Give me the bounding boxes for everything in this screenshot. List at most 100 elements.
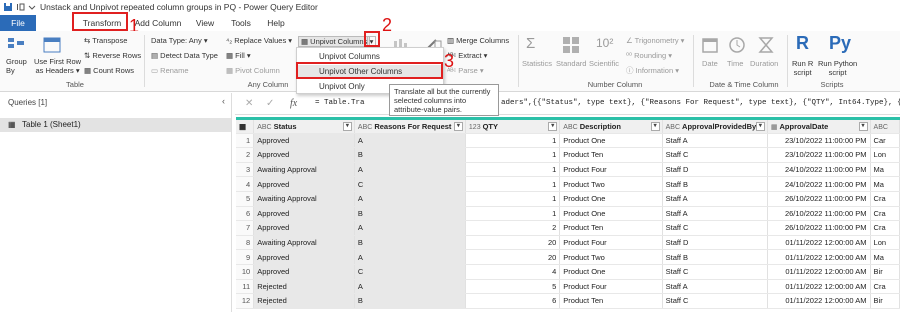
use-first-row-button[interactable]: Use First Row as Headers ▾ (34, 57, 81, 75)
table-cell[interactable]: 26/10/2022 11:00:00 PM (767, 191, 871, 207)
table-cell[interactable]: Approved (253, 176, 355, 192)
column-header[interactable]: ABC (870, 117, 900, 134)
row-number[interactable]: 11 (236, 279, 255, 295)
row-number[interactable]: 8 (236, 235, 255, 251)
table-cell[interactable]: B (354, 235, 466, 251)
table-cell[interactable]: 20 (465, 235, 561, 251)
table-cell[interactable]: 26/10/2022 11:00:00 PM (767, 220, 871, 236)
row-number[interactable]: 12 (236, 293, 255, 309)
column-header[interactable]: ABC Status ▾ (253, 117, 355, 134)
table-cell[interactable]: Product Ten (559, 220, 663, 236)
filter-dropdown-icon[interactable]: ▾ (548, 122, 558, 131)
time-button[interactable]: Time (727, 59, 743, 68)
table-cell[interactable]: Staff C (662, 220, 768, 236)
table-cell[interactable]: Ma (870, 176, 900, 192)
table-cell[interactable]: Approved (253, 220, 355, 236)
transpose-button[interactable]: ⇆ Transpose (84, 36, 127, 45)
table-cell[interactable]: Rejected (253, 293, 355, 309)
table-row[interactable]: 8 Awaiting Approval B 20 Product Four Staff D… (236, 235, 900, 251)
filter-dropdown-icon[interactable]: ▾ (453, 122, 463, 131)
tab-tools[interactable]: Tools (226, 16, 256, 30)
run-r-script-button[interactable]: Run Rscript (792, 59, 813, 77)
table-cell[interactable]: Staff D (662, 235, 768, 251)
table-cell[interactable]: Awaiting Approval (253, 162, 355, 178)
select-all-corner[interactable]: ▦ (236, 117, 255, 134)
type-icon[interactable]: ▦ (771, 124, 778, 131)
table-cell[interactable]: 20 (465, 249, 561, 265)
replace-values-button[interactable]: ⁴₂ Replace Values ▾ (226, 36, 292, 45)
filter-dropdown-icon[interactable]: ▾ (342, 122, 352, 131)
table-cell[interactable]: 01/11/2022 12:00:00 AM (767, 279, 871, 295)
table-cell[interactable]: Staff D (662, 162, 768, 178)
table-cell[interactable]: 01/11/2022 12:00:00 AM (767, 235, 871, 251)
table-cell[interactable]: Cra (870, 191, 900, 207)
type-icon[interactable]: ABC (563, 124, 577, 131)
formula-text[interactable]: = Table.Tra (315, 99, 365, 107)
table-cell[interactable]: Staff A (662, 191, 768, 207)
table-cell[interactable]: Staff A (662, 133, 768, 149)
table-cell[interactable]: Approved (253, 249, 355, 265)
row-number[interactable]: 10 (236, 264, 255, 280)
table-cell[interactable]: Car (870, 133, 900, 149)
row-number[interactable]: 4 (236, 176, 255, 192)
table-cell[interactable]: 1 (465, 147, 561, 163)
count-rows-button[interactable]: ▦ Count Rows (84, 66, 134, 75)
table-cell[interactable]: Bir (870, 264, 900, 280)
unpivot-columns-button[interactable]: ▦ Unpivot Columns (298, 36, 371, 47)
table-cell[interactable]: Product One (559, 191, 663, 207)
table-cell[interactable]: 1 (465, 133, 561, 149)
table-cell[interactable]: Product Four (559, 279, 663, 295)
table-cell[interactable]: Staff A (662, 279, 768, 295)
table-row[interactable]: 7 Approved A 2 Product Ten Staff C 26/10/2022 … (236, 220, 900, 236)
filter-dropdown-icon[interactable]: ▾ (650, 122, 660, 131)
duration-button[interactable]: Duration (750, 59, 778, 68)
table-row[interactable]: 5 Awaiting Approval A 1 Product One Staff A 26… (236, 191, 900, 207)
row-number[interactable]: 3 (236, 162, 255, 178)
table-cell[interactable]: Approved (253, 147, 355, 163)
group-by-button[interactable]: Group By (6, 57, 27, 75)
table-cell[interactable]: 5 (465, 279, 561, 295)
table-cell[interactable]: 2 (465, 220, 561, 236)
formula-text-end[interactable]: aders",{{"Status", type text}, {"Reasons… (501, 99, 900, 107)
table-cell[interactable]: Staff B (662, 249, 768, 265)
table-row[interactable]: 10 Approved C 4 Product One Staff C 01/11/2022… (236, 264, 900, 280)
run-python-script-button[interactable]: Run Python script (818, 59, 857, 77)
table-cell[interactable]: 1 (465, 206, 561, 222)
tab-view[interactable]: View (190, 16, 220, 30)
date-button[interactable]: Date (702, 59, 718, 68)
table-cell[interactable]: 24/10/2022 11:00:00 PM (767, 162, 871, 178)
table-cell[interactable]: B (354, 293, 466, 309)
table-cell[interactable]: 26/10/2022 11:00:00 PM (767, 206, 871, 222)
table-cell[interactable]: Staff B (662, 176, 768, 192)
column-header[interactable]: ▦ ApprovalDate ▾ (767, 117, 871, 134)
tab-file[interactable]: File (0, 15, 36, 31)
table-cell[interactable]: C (354, 264, 466, 280)
table-cell[interactable]: Product Four (559, 235, 663, 251)
table-cell[interactable]: 1 (465, 191, 561, 207)
table-cell[interactable]: Lon (870, 147, 900, 163)
type-icon[interactable]: ABC (874, 124, 888, 131)
table-cell[interactable]: C (354, 176, 466, 192)
type-icon[interactable]: ABC (358, 124, 372, 131)
table-cell[interactable]: Approved (253, 264, 355, 280)
scientific-button[interactable]: Scientific (589, 59, 619, 68)
table-cell[interactable]: Product Ten (559, 147, 663, 163)
table-row[interactable]: 4 Approved C 1 Product Two Staff B 24/10/2022 … (236, 176, 900, 192)
row-number[interactable]: 7 (236, 220, 255, 236)
commit-icon[interactable]: ✓ (266, 98, 274, 109)
table-row[interactable]: 2 Approved B 1 Product Ten Staff C 23/10/2022 … (236, 147, 900, 163)
table-cell[interactable]: Product One (559, 133, 663, 149)
tab-help[interactable]: Help (262, 16, 290, 30)
table-cell[interactable]: A (354, 279, 466, 295)
rounding-button[interactable]: ⁰⁰ Rounding ▾ (626, 51, 672, 60)
table-cell[interactable]: Ma (870, 249, 900, 265)
column-header[interactable]: 123 QTY ▾ (465, 117, 561, 134)
table-row[interactable]: 9 Approved A 20 Product Two Staff B 01/11/2022… (236, 249, 900, 265)
table-cell[interactable]: 1 (465, 162, 561, 178)
table-cell[interactable]: Rejected (253, 279, 355, 295)
table-cell[interactable]: Lon (870, 235, 900, 251)
table-cell[interactable]: B (354, 206, 466, 222)
table-cell[interactable]: Approved (253, 133, 355, 149)
table-row[interactable]: 6 Approved B 1 Product One Staff A 26/10/2022 … (236, 206, 900, 222)
standard-button[interactable]: Standard (556, 59, 586, 68)
